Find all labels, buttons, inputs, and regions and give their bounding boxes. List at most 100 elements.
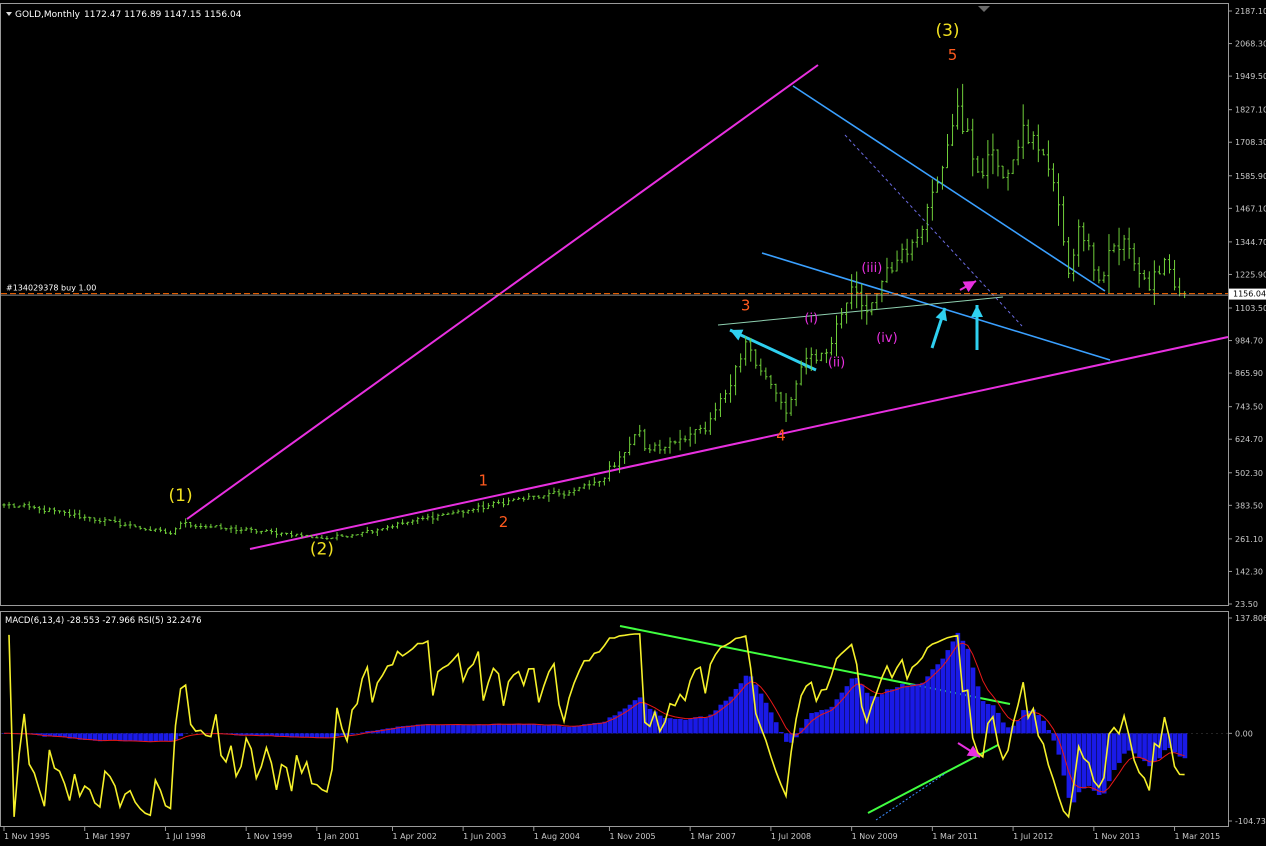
macd-bar (441, 725, 446, 734)
macd-bar (769, 712, 774, 733)
macd-bar (113, 733, 118, 740)
price-tick-label: 142.30 (1235, 567, 1263, 576)
price-tick-label: 1103.50 (1235, 304, 1266, 313)
macd-bar (123, 733, 128, 741)
time-tick-label: 1 Jan 2001 (317, 832, 360, 841)
macd-bar (1001, 722, 1006, 733)
symbol-label: GOLD,Monthly (15, 10, 81, 20)
macd-bar (1183, 733, 1188, 758)
wave-label: (3) (935, 21, 959, 41)
macd-bar (507, 724, 512, 733)
macd-bar (522, 724, 527, 733)
macd-bar (305, 733, 310, 737)
time-tick-label: 1 Mar 2015 (1175, 832, 1221, 841)
macd-bar (466, 725, 471, 733)
price-tick-label: 502.30 (1235, 469, 1263, 478)
macd-bar (895, 687, 900, 733)
macd-bar (920, 683, 925, 734)
price-tick-label: 624.70 (1235, 435, 1263, 444)
ohlc-values: 1172.47 1176.89 1147.15 1156.04 (84, 10, 242, 20)
time-tick-label: 1 Mar 1997 (85, 832, 131, 841)
macd-bar (678, 719, 683, 733)
macd-bar (456, 724, 461, 733)
indicator-tick-label: 137.806 (1235, 614, 1266, 623)
price-tick-label: 261.10 (1235, 535, 1263, 544)
macd-bar (128, 733, 133, 741)
macd-bar (900, 684, 905, 733)
macd-bar (471, 725, 476, 733)
macd-bar (602, 722, 607, 734)
macd-bar (486, 725, 491, 734)
macd-bar (451, 725, 456, 734)
time-tick-label: 1 Mar 2007 (690, 832, 736, 841)
macd-bar (461, 725, 466, 733)
price-tick-label: 1467.10 (1235, 204, 1266, 213)
wave-label: (1) (169, 486, 193, 506)
macd-bar (108, 733, 113, 740)
wave-label: 2 (499, 513, 509, 531)
macd-bar (350, 733, 355, 734)
macd-bar (557, 725, 562, 733)
price-tick-label: 2187.10 (1235, 7, 1266, 16)
wave-label: (iii) (861, 261, 882, 276)
macd-bar (1112, 733, 1117, 770)
price-tick-label: 1949.50 (1235, 72, 1266, 81)
macd-bar (426, 724, 431, 733)
macd-bar (527, 724, 532, 733)
order-label: #134029378 buy 1.00 (6, 284, 96, 293)
macd-bar (597, 723, 602, 734)
macd-bar (163, 733, 168, 741)
wave-label: (2) (310, 539, 334, 559)
macd-bar (1021, 710, 1026, 733)
time-tick-label: 1 Aug 2004 (534, 832, 580, 841)
macd-bar (1142, 733, 1147, 761)
macd-bar (708, 715, 713, 734)
macd-bar (668, 718, 673, 733)
indicator-tick-label: -104.732 (1235, 817, 1266, 826)
time-tick-label: 1 Jul 1998 (165, 832, 205, 841)
indicator-tick-label: 0.00 (1235, 729, 1253, 738)
macd-bar (1117, 733, 1122, 763)
time-tick-label: 1 Jul 2012 (1013, 832, 1053, 841)
current-price-value: 1156.04 (1233, 290, 1266, 299)
price-tick-label: 1344.70 (1235, 238, 1266, 247)
macd-bar (885, 689, 890, 733)
chart-window[interactable]: GOLD,Monthly 1172.47 1176.89 1147.15 115… (0, 0, 1266, 842)
time-tick-label: 1 Apr 2002 (393, 832, 437, 841)
macd-bar (930, 669, 935, 733)
macd-bar (1173, 733, 1178, 752)
macd-bar (981, 701, 986, 733)
macd-bar (1051, 733, 1056, 740)
wave-label: 3 (741, 296, 751, 314)
time-tick-label: 1 Nov 2009 (852, 832, 898, 841)
macd-bar (1162, 733, 1167, 750)
price-tick-label: 1827.10 (1235, 106, 1266, 115)
time-tick-label: 1 Jun 2003 (463, 832, 506, 841)
price-tick-label: 984.70 (1235, 337, 1263, 346)
macd-bar (875, 697, 880, 734)
wave-label: (i) (804, 312, 818, 327)
macd-bar (683, 720, 688, 734)
macd-bar (1046, 730, 1051, 733)
time-tick-label: 1 Nov 1999 (246, 832, 292, 841)
macd-bar (577, 725, 582, 733)
price-tick-label: 743.50 (1235, 403, 1263, 412)
chart-canvas[interactable]: GOLD,Monthly 1172.47 1176.89 1147.15 115… (0, 0, 1266, 842)
time-tick-label: 1 Nov 2005 (609, 832, 655, 841)
macd-bar (910, 684, 915, 733)
macd-bar (476, 724, 481, 733)
macd-bar (703, 718, 708, 734)
macd-bar (532, 724, 537, 733)
macd-bar (976, 686, 981, 733)
macd-bar (153, 733, 158, 741)
time-tick-label: 1 Mar 2011 (932, 832, 978, 841)
macd-bar (673, 719, 678, 733)
macd-bar (845, 686, 850, 733)
macd-bar (890, 689, 895, 733)
macd-bar (496, 724, 501, 734)
macd-bar (572, 726, 577, 733)
macd-bar (996, 713, 1001, 733)
time-tick-label: 1 Jul 2008 (771, 832, 811, 841)
macd-bar (814, 712, 819, 733)
price-tick-label: 23.50 (1235, 600, 1258, 609)
